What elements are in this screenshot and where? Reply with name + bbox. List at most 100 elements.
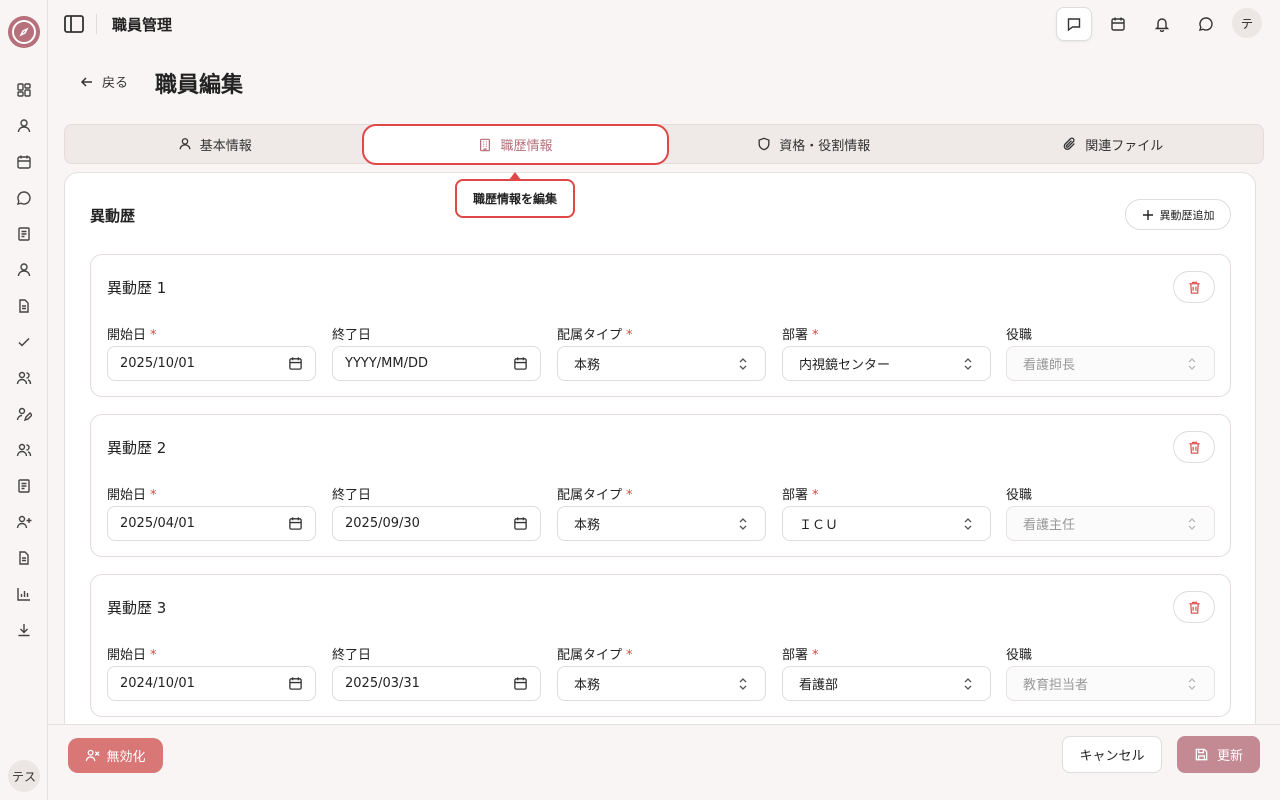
add-history-label: 異動歴追加: [1159, 208, 1215, 222]
history-card: 異動歴 3 開始日 * 終了日 配属タイプ * 部署 * 役職 2024/10/01 …: [90, 574, 1231, 717]
history-title: 異動歴 1: [107, 279, 167, 297]
file-icon[interactable]: [14, 296, 34, 316]
calendar-button[interactable]: [1102, 8, 1134, 40]
update-button[interactable]: 更新: [1177, 736, 1260, 773]
department-select[interactable]: 看護部: [782, 666, 991, 701]
save-icon: [1195, 748, 1208, 761]
document-icon[interactable]: [14, 224, 34, 244]
sidebar-user-avatar[interactable]: テス: [8, 760, 40, 792]
tooltip: 職歴情報を編集: [455, 179, 575, 218]
position-select[interactable]: 看護師長: [1006, 346, 1215, 381]
chevron-up-down-icon: [964, 517, 972, 530]
cancel-button[interactable]: キャンセル: [1062, 736, 1162, 773]
user-edit-icon[interactable]: [14, 404, 34, 424]
chart-icon[interactable]: [14, 584, 34, 604]
calendar-icon[interactable]: [288, 356, 303, 371]
start-date-input[interactable]: 2024/10/01: [107, 666, 316, 701]
app-logo[interactable]: [8, 16, 40, 48]
calendar-icon: [1111, 17, 1125, 31]
department-value: 内視鏡センター: [799, 358, 891, 373]
chat-button[interactable]: [1190, 8, 1222, 40]
end-date-label: 終了日: [332, 648, 372, 663]
tab-qualifications[interactable]: 資格・役割情報: [664, 125, 964, 163]
tab-career-info[interactable]: 職歴情報: [362, 124, 669, 165]
history-card: 異動歴 1 開始日 * 終了日 配属タイプ * 部署 * 役職 2025/10/01 …: [90, 254, 1231, 397]
tab-related-files[interactable]: 関連ファイル: [964, 125, 1264, 163]
calendar-icon[interactable]: [14, 152, 34, 172]
position-select[interactable]: 看護主任: [1006, 506, 1215, 541]
chevron-up-down-icon: [739, 357, 747, 370]
assignment-type-value: 本務: [574, 358, 601, 373]
notification-button[interactable]: [1146, 8, 1178, 40]
position-select[interactable]: 教育担当者: [1006, 666, 1215, 701]
message-square-icon: [1067, 18, 1081, 32]
user-avatar[interactable]: テ: [1232, 8, 1262, 38]
assignment-type-label: 配属タイプ *: [557, 328, 633, 343]
shield-icon: [758, 137, 770, 151]
start-date-input[interactable]: 2025/04/01: [107, 506, 316, 541]
assignment-type-select[interactable]: 本務: [557, 506, 766, 541]
start-date-label: 開始日 *: [107, 488, 157, 503]
deactivate-label: 無効化: [106, 750, 146, 765]
calendar-icon[interactable]: [513, 516, 528, 531]
paperclip-icon: [1063, 137, 1076, 150]
end-date-label: 終了日: [332, 488, 372, 503]
end-date-label: 終了日: [332, 328, 372, 343]
position-label: 役職: [1006, 328, 1033, 343]
delete-history-button[interactable]: [1173, 591, 1215, 623]
career-history-panel: 異動歴 異動歴追加 異動歴 1 開始日 * 終了日 配属タイプ * 部署 * 役職 2…: [64, 172, 1256, 724]
calendar-icon[interactable]: [513, 356, 528, 371]
bell-icon: [1154, 18, 1170, 32]
message-button[interactable]: [1056, 7, 1092, 41]
department-select[interactable]: 内視鏡センター: [782, 346, 991, 381]
download-icon[interactable]: [14, 620, 34, 640]
chevron-up-down-icon: [1188, 517, 1196, 530]
user-x-icon: [86, 749, 101, 762]
deactivate-button[interactable]: 無効化: [68, 738, 163, 773]
trash-icon: [1188, 601, 1200, 614]
building-icon: [480, 138, 491, 151]
add-history-button[interactable]: 異動歴追加: [1125, 199, 1231, 230]
calendar-icon[interactable]: [513, 676, 528, 691]
check-icon[interactable]: [14, 332, 34, 352]
chevron-up-down-icon: [739, 677, 747, 690]
delete-history-button[interactable]: [1173, 431, 1215, 463]
users-icon[interactable]: [14, 368, 34, 388]
start-date-value: 2024/10/01: [120, 676, 195, 691]
delete-history-button[interactable]: [1173, 271, 1215, 303]
profile-icon[interactable]: [14, 260, 34, 280]
arrow-left-icon: [80, 76, 92, 87]
tab-basic-info[interactable]: 基本情報: [65, 125, 365, 163]
position-label: 役職: [1006, 488, 1033, 503]
assignment-type-value: 本務: [574, 518, 601, 533]
dashboard-icon[interactable]: [14, 80, 34, 100]
page-title: 職員編集: [155, 73, 244, 98]
chevron-up-down-icon: [739, 517, 747, 530]
department-select[interactable]: ＩＣＵ: [782, 506, 991, 541]
assignment-type-value: 本務: [574, 678, 601, 693]
chat-icon[interactable]: [14, 188, 34, 208]
assignment-type-select[interactable]: 本務: [557, 666, 766, 701]
tab-label: 職歴情報: [500, 139, 553, 154]
start-date-input[interactable]: 2025/10/01: [107, 346, 316, 381]
team-icon[interactable]: [14, 440, 34, 460]
sidebar: テス: [0, 0, 48, 800]
department-value: ＩＣＵ: [799, 518, 839, 533]
back-button[interactable]: 戻る: [80, 72, 128, 91]
header-divider: [96, 14, 97, 34]
end-date-value: 2025/09/30: [345, 516, 420, 531]
sidebar-toggle-icon[interactable]: [62, 12, 86, 36]
file-text-icon[interactable]: [14, 548, 34, 568]
end-date-input[interactable]: 2025/03/31: [332, 666, 541, 701]
end-date-input[interactable]: 2025/09/30: [332, 506, 541, 541]
chevron-up-down-icon: [1188, 357, 1196, 370]
report-icon[interactable]: [14, 476, 34, 496]
calendar-icon[interactable]: [288, 676, 303, 691]
top-header: 職員管理 テ: [48, 0, 1280, 48]
history-card: 異動歴 2 開始日 * 終了日 配属タイプ * 部署 * 役職 2025/04/01 …: [90, 414, 1231, 557]
calendar-icon[interactable]: [288, 516, 303, 531]
assignment-type-select[interactable]: 本務: [557, 346, 766, 381]
user-plus-icon[interactable]: [14, 512, 34, 532]
user-icon[interactable]: [14, 116, 34, 136]
end-date-input[interactable]: YYYY/MM/DD: [332, 346, 541, 381]
